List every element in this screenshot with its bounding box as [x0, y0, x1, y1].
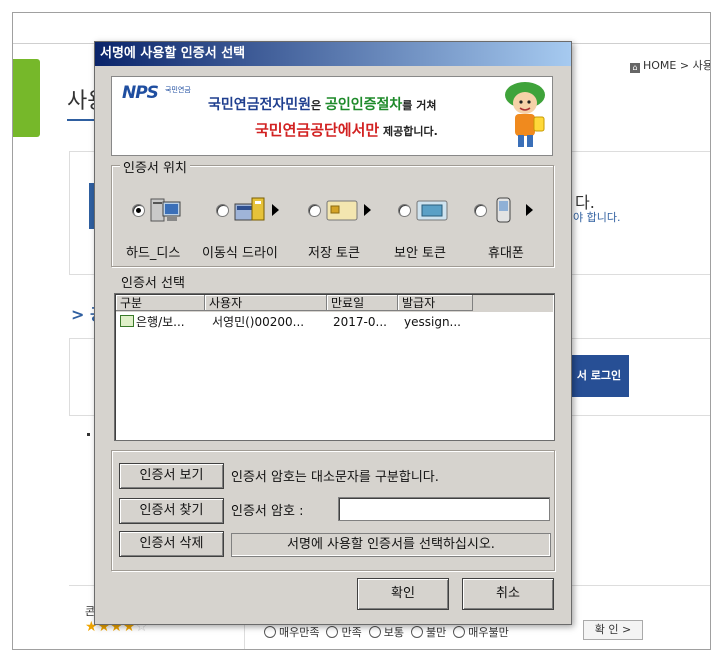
- password-label: 인증서 암호 :: [231, 504, 304, 519]
- survey-confirm-button[interactable]: 확 인 >: [583, 620, 643, 640]
- column-type[interactable]: 구분: [116, 295, 205, 311]
- satisfaction-radio[interactable]: [453, 626, 466, 638]
- find-cert-button[interactable]: 인증서 찾기: [119, 498, 224, 524]
- hard-disk-icon: [150, 198, 181, 222]
- radio-storage-token[interactable]: [308, 204, 321, 217]
- bullet-dot: [87, 433, 90, 436]
- expand-arrow-icon[interactable]: [364, 204, 371, 216]
- banner-line-2: 국민연금공단에서만 제공합니다.: [255, 121, 438, 139]
- dialog-title[interactable]: 서명에 사용할 인증서 선택: [95, 42, 571, 66]
- breadcrumb-home[interactable]: HOME: [643, 59, 676, 72]
- view-cert-button[interactable]: 인증서 보기: [119, 463, 224, 489]
- info-text-2: 야 합니다.: [573, 211, 621, 224]
- satisfaction-label: 매우불만: [468, 626, 509, 639]
- cert-select-dialog: 서명에 사용할 인증서 선택 NPS 국민연금 국민연금전자민원은 공인인증절차…: [94, 41, 572, 625]
- expand-arrow-icon[interactable]: [526, 204, 533, 216]
- location-label-security-token: 보안 토큰: [394, 246, 446, 261]
- nps-logo-sub: 국민연금: [165, 86, 191, 94]
- row-issuer: yessign...: [404, 315, 461, 329]
- satisfaction-radio[interactable]: [326, 626, 339, 638]
- chevron-right-icon: >: [622, 623, 632, 636]
- expand-arrow-icon[interactable]: [272, 204, 279, 216]
- cert-list-label: 인증서 선택: [121, 276, 185, 291]
- table-row[interactable]: 은행/보... 서영민()00200... 2017-0... yessign.…: [116, 313, 473, 331]
- radio-mobile[interactable]: [474, 204, 487, 217]
- cert-list-header: 구분 사용자 만료일 발급자: [116, 295, 553, 312]
- row-user: 서영민()00200...: [212, 315, 305, 329]
- location-label-hard-disk: 하드_디스: [126, 246, 181, 261]
- column-issuer[interactable]: 발급자: [398, 295, 473, 311]
- radio-security-token[interactable]: [398, 204, 411, 217]
- password-input[interactable]: [338, 497, 550, 521]
- satisfaction-label: 매우만족: [279, 626, 320, 639]
- title-underline: [67, 119, 97, 121]
- row-expiry: 2017-0...: [333, 315, 387, 329]
- nps-banner: NPS 국민연금 국민연금전자민원은 공인인증절차를 거쳐 국민연금공단에서만 …: [111, 76, 553, 156]
- ok-button[interactable]: 확인: [357, 578, 449, 610]
- delete-cert-button[interactable]: 인증서 삭제: [119, 531, 224, 557]
- nps-logo: NPS: [122, 83, 159, 103]
- storage-token-icon: [326, 200, 358, 221]
- certificate-icon: [120, 315, 134, 327]
- satisfaction-label: 보통: [383, 626, 404, 639]
- satisfaction-radio[interactable]: [368, 626, 381, 638]
- breadcrumb: ⌂ HOME > 사용: [630, 57, 710, 73]
- satisfaction-radio[interactable]: [410, 626, 423, 638]
- satisfaction-label: 불만: [425, 626, 447, 639]
- cert-list[interactable]: 구분 사용자 만료일 발급자 은행/보... 서영민()00200... 201…: [114, 293, 555, 441]
- radio-removable[interactable]: [216, 204, 229, 217]
- security-token-icon: [416, 200, 448, 221]
- column-expiry[interactable]: 만료일: [327, 295, 398, 311]
- radio-hard-disk[interactable]: [132, 204, 145, 217]
- column-user[interactable]: 사용자: [205, 295, 327, 311]
- mobile-phone-icon: [496, 197, 511, 223]
- mascot-icon: [505, 82, 545, 147]
- location-label-removable: 이동식 드라이: [202, 246, 278, 261]
- side-tab-green[interactable]: [13, 59, 40, 137]
- status-message: 서명에 사용할 인증서를 선택하십시오.: [231, 533, 551, 557]
- cert-login-button[interactable]: 서 로그인: [569, 355, 629, 397]
- home-icon: ⌂: [630, 63, 640, 73]
- location-label-mobile: 휴대폰: [488, 246, 524, 261]
- cert-location-group: 인증서 위치 하드_디스 이동식 드라이 저장 토큰 보안 토큰 휴대폰: [111, 157, 554, 267]
- satisfaction-options: 매우만족 만족 보통 불만 매우불만: [261, 624, 513, 640]
- banner-line-1: 국민연금전자민원은 공인인증절차를 거쳐: [208, 97, 437, 113]
- cancel-button[interactable]: 취소: [462, 578, 554, 610]
- location-label-storage-token: 저장 토큰: [308, 246, 360, 261]
- satisfaction-radio[interactable]: [264, 626, 276, 638]
- case-sensitivity-note: 인증서 암호는 대소문자를 구분합니다.: [231, 470, 439, 485]
- satisfaction-label: 만족: [341, 626, 362, 639]
- breadcrumb-current[interactable]: 사용: [693, 59, 710, 72]
- row-type: 은행/보...: [136, 315, 185, 329]
- cert-location-label: 인증서 위치: [120, 157, 190, 176]
- removable-drive-icon: [234, 197, 265, 221]
